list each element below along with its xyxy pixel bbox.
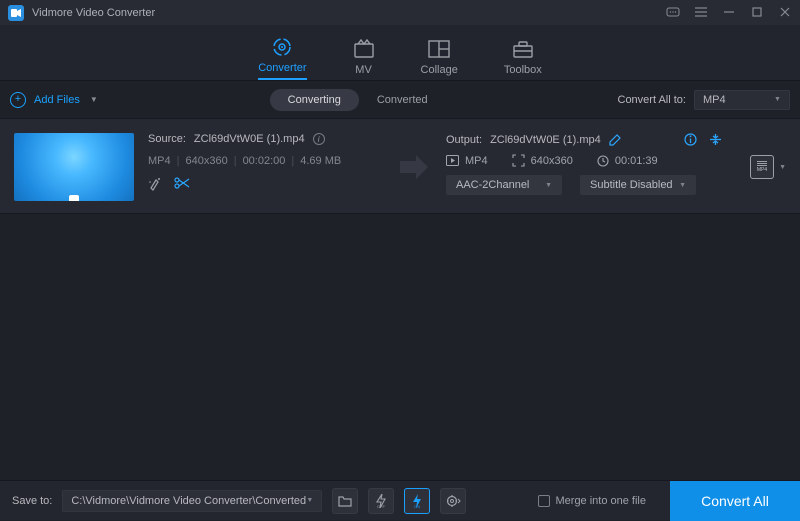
edit-name-icon[interactable] [609,134,621,146]
save-path-value: C:\Vidmore\Vidmore Video Converter\Conve… [71,495,306,507]
convert-all-to-label: Convert All to: [618,94,686,106]
collage-icon [428,38,450,60]
app-title: Vidmore Video Converter [32,7,155,19]
output-duration: 00:01:39 [615,155,658,167]
svg-text:OFF: OFF [377,504,386,508]
main-tabs: Converter MV Collage Toolbox [0,25,800,81]
tab-label: Converter [258,62,306,74]
media-item: Source: ZCl69dVtW0E (1).mp4 i MP4| 640x3… [0,119,800,214]
chevron-down-icon: ▼ [774,96,781,103]
info-icon[interactable]: i [313,133,325,145]
trim-icon[interactable] [174,177,190,191]
output-filename: ZCl69dVtW0E (1).mp4 [490,134,601,146]
details-icon[interactable] [684,133,697,146]
convert-all-to-value: MP4 [703,94,726,106]
convert-all-button[interactable]: Convert All [670,481,800,521]
segment-converted[interactable]: Converted [359,89,446,111]
feedback-icon[interactable] [666,7,680,19]
close-icon[interactable] [778,7,792,19]
compress-icon[interactable] [709,133,722,146]
settings-button[interactable] [440,488,466,514]
source-meta: MP4| 640x360| 00:02:00| 4.69 MB [148,155,380,167]
tab-label: Collage [421,64,458,76]
chevron-down-icon: ▼ [545,182,552,189]
tab-mv[interactable]: MV [353,38,375,80]
tab-converter[interactable]: Converter [258,36,306,80]
bottom-bar: Save to: C:\Vidmore\Vidmore Video Conver… [0,480,800,520]
merge-checkbox[interactable]: Merge into one file [538,495,647,507]
add-files-button[interactable]: + Add Files ▼ [10,92,98,108]
svg-text:ON: ON [414,504,420,508]
source-size: 4.69 MB [300,155,341,167]
add-files-label: Add Files [34,94,80,106]
hardware-accel-button[interactable]: OFF [368,488,394,514]
tab-collage[interactable]: Collage [421,38,458,80]
minimize-icon[interactable] [722,7,736,19]
video-thumbnail[interactable] [14,133,134,201]
save-to-label: Save to: [12,495,52,507]
source-duration: 00:02:00 [243,155,286,167]
source-resolution: 640x360 [185,155,227,167]
toolbar: + Add Files ▼ Converting Converted Conve… [0,81,800,119]
target-format-button[interactable]: MP4 [750,155,774,179]
audio-select[interactable]: AAC-2Channel ▼ [446,175,562,195]
empty-area [0,214,800,520]
chevron-down-icon[interactable]: ▼ [779,164,786,171]
save-path-select[interactable]: C:\Vidmore\Vidmore Video Converter\Conve… [62,490,322,512]
open-folder-button[interactable] [332,488,358,514]
arrow-icon [394,133,432,201]
convert-all-to-select[interactable]: MP4 ▼ [694,90,790,110]
gpu-accel-button[interactable]: ON [404,488,430,514]
segment-converting[interactable]: Converting [270,89,359,111]
plus-circle-icon: + [10,92,26,108]
titlebar: Vidmore Video Converter [0,0,800,25]
status-segmented: Converting Converted [270,89,446,111]
converter-icon [271,36,293,58]
output-panel: Output: ZCl69dVtW0E (1).mp4 [446,133,722,201]
effects-icon[interactable] [148,177,162,191]
output-format: MP4 [465,155,488,167]
tab-label: Toolbox [504,64,542,76]
output-resolution: 640x360 [531,155,573,167]
tab-toolbox[interactable]: Toolbox [504,38,542,80]
checkbox-icon [538,495,550,507]
subtitle-select-value: Subtitle Disabled [590,179,673,191]
source-format: MP4 [148,155,171,167]
video-icon [446,155,459,166]
output-label: Output: [446,134,482,146]
app-logo [8,5,24,21]
convert-button-label: Convert All [701,493,769,509]
source-label: Source: [148,133,186,145]
source-panel: Source: ZCl69dVtW0E (1).mp4 i MP4| 640x3… [148,133,380,201]
mv-icon [353,38,375,60]
target-format-label: MP4 [757,167,767,173]
resolution-icon [512,154,525,167]
source-filename: ZCl69dVtW0E (1).mp4 [194,133,305,145]
clock-icon [597,155,609,167]
chevron-down-icon: ▼ [306,497,313,504]
toolbox-icon [512,38,534,60]
audio-select-value: AAC-2Channel [456,179,529,191]
merge-label: Merge into one file [556,495,647,507]
subtitle-select[interactable]: Subtitle Disabled ▼ [580,175,696,195]
maximize-icon[interactable] [750,7,764,19]
chevron-down-icon: ▼ [679,182,686,189]
menu-icon[interactable] [694,7,708,19]
chevron-down-icon: ▼ [90,95,98,104]
tab-label: MV [355,64,372,76]
